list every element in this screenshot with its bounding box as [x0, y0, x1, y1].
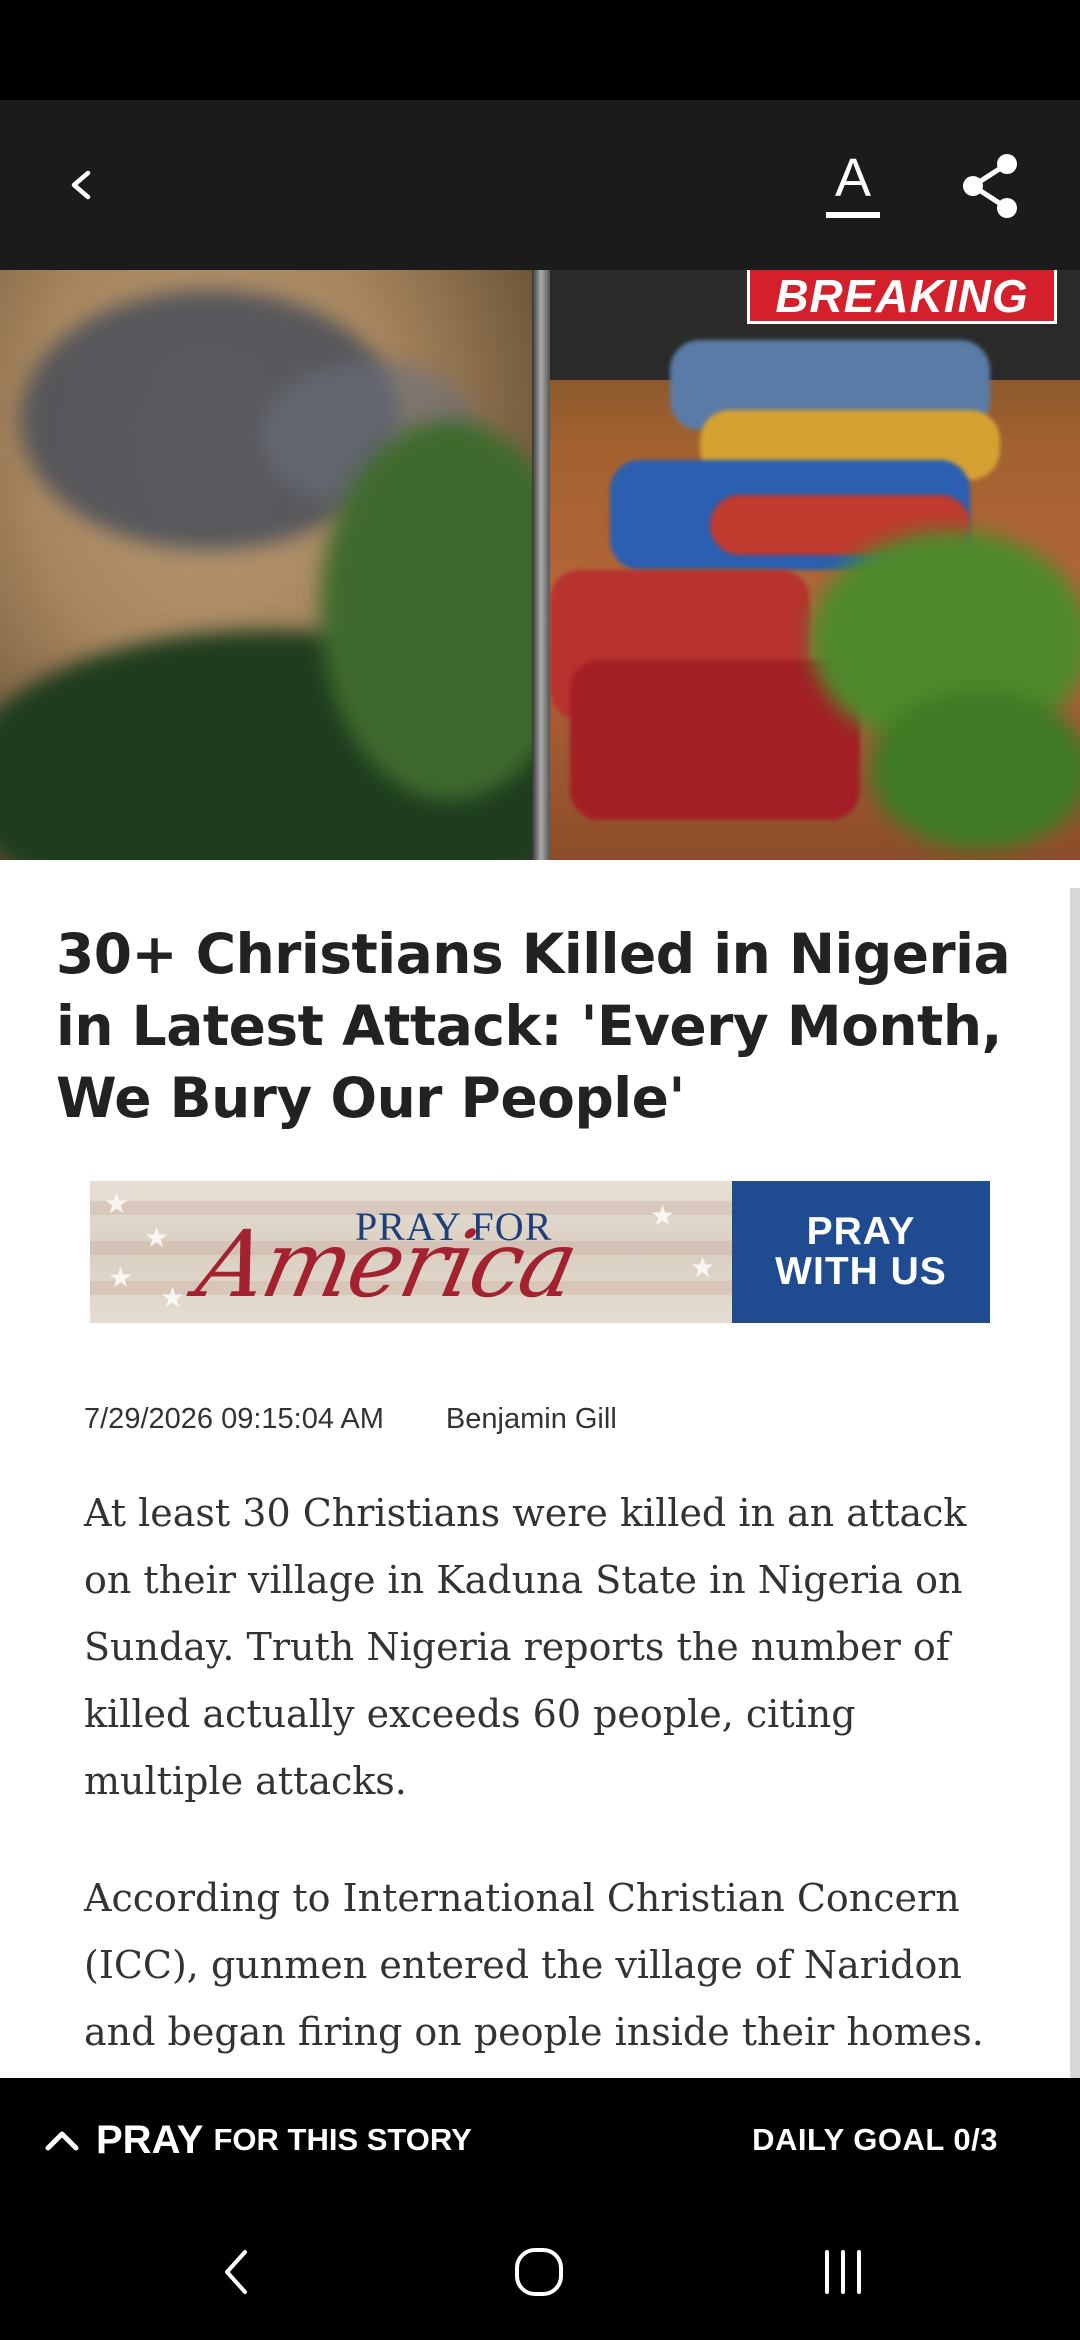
banner-artwork: ★ ★ ★ ★ ★ ★ America PRAY FOR	[90, 1181, 732, 1323]
hero-photo-right	[550, 270, 1080, 860]
pray-for-story-bar[interactable]: PRAY FOR THIS STORY DAILY GOAL 0/3	[0, 2078, 1080, 2202]
pray-for-story-button[interactable]: PRAY FOR THIS STORY	[42, 2078, 472, 2202]
font-size-button[interactable]: A	[818, 148, 888, 222]
article-date: 7/29/2026 09:15:04 AM	[84, 1403, 384, 1435]
article-content[interactable]: 30+ Christians Killed in Nigeria in Late…	[0, 860, 1080, 2078]
article-paragraph: At least 30 Christians were killed in an…	[84, 1491, 967, 1803]
nav-home-icon	[515, 2248, 563, 2296]
daily-goal-counter: DAILY GOAL 0/3	[752, 2122, 998, 2157]
hero-divider	[532, 270, 550, 860]
pray-label: PRAY	[96, 2117, 204, 2162]
breaking-badge: BREAKING	[747, 270, 1057, 324]
banner-pray-for-text: PRAY FOR	[355, 1204, 553, 1249]
article-author[interactable]: Benjamin Gill	[446, 1403, 617, 1435]
nav-home-button[interactable]	[504, 2242, 574, 2302]
share-button[interactable]	[955, 150, 1025, 222]
svg-text:A: A	[835, 150, 871, 208]
pray-with-us-button[interactable]: PRAY WITH US	[732, 1181, 990, 1323]
font-size-icon: A	[826, 148, 880, 218]
app-bar: A	[0, 100, 1080, 270]
nav-recents-icon	[825, 2250, 861, 2294]
system-nav-bar	[0, 2202, 1080, 2340]
pray-with-us-label: PRAY WITH US	[775, 1210, 947, 1293]
article-paragraph: According to International Christian Con…	[84, 1876, 984, 2054]
for-this-story-label: FOR THIS STORY	[213, 2122, 472, 2157]
status-bar	[0, 0, 1080, 100]
hero-image: BREAKING	[0, 270, 1080, 860]
hero-photo-left	[0, 270, 532, 860]
nav-back-button[interactable]	[202, 2242, 272, 2302]
scrollbar[interactable]	[1070, 888, 1080, 2078]
pray-for-america-banner[interactable]: ★ ★ ★ ★ ★ ★ America PRAY FOR PRAY WITH U…	[90, 1181, 990, 1323]
nav-back-icon	[225, 2250, 247, 2294]
chevron-up-icon	[45, 2131, 79, 2151]
nav-recents-button[interactable]	[808, 2242, 878, 2302]
back-button[interactable]	[52, 155, 112, 215]
chevron-left-icon	[71, 170, 91, 200]
article-title: 30+ Christians Killed in Nigeria in Late…	[56, 922, 1011, 1130]
article-meta: 7/29/2026 09:15:04 AM Benjamin Gill	[84, 1403, 617, 1436]
share-icon	[963, 154, 1017, 218]
